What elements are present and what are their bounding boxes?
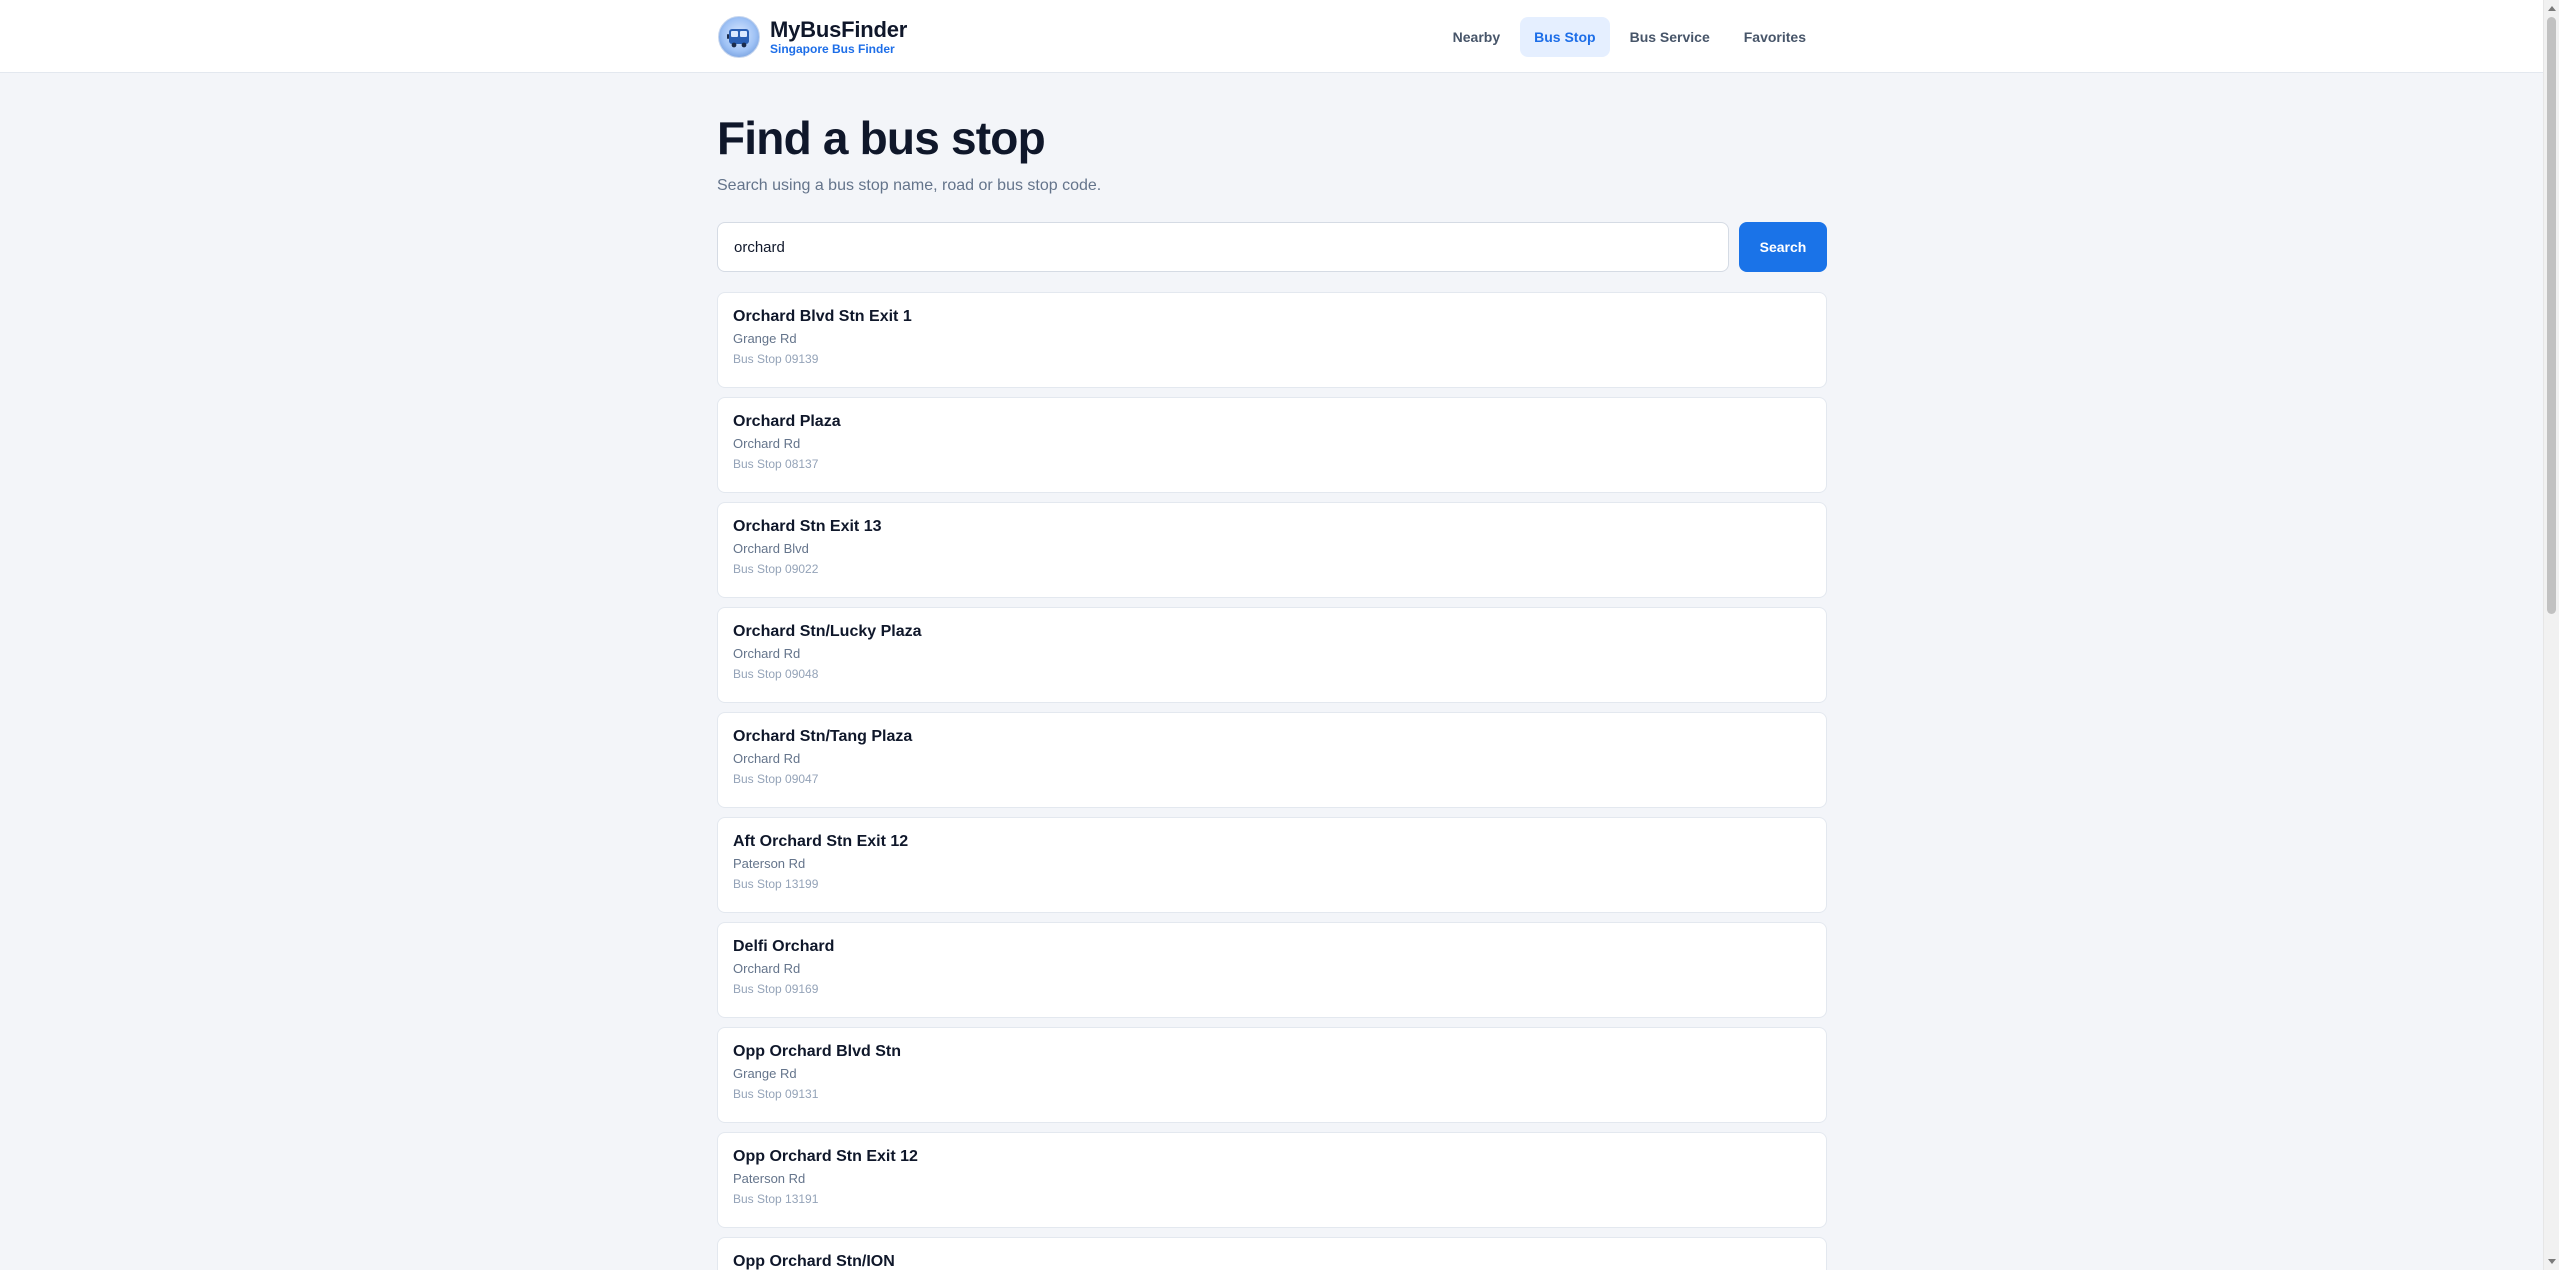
scrollbar-thumb[interactable] [2547, 17, 2556, 614]
stop-name: Orchard Stn/Tang Plaza [733, 728, 913, 745]
stop-road: Grange Rd [733, 1066, 797, 1081]
result-item[interactable]: Orchard Stn/Tang Plaza Orchard Rd Bus St… [717, 712, 1827, 808]
result-item[interactable]: Opp Orchard Blvd Stn Grange Rd Bus Stop … [717, 1027, 1827, 1123]
stop-road: Orchard Rd [733, 646, 801, 661]
search-button[interactable]: Search [1739, 222, 1827, 272]
results-list: Orchard Blvd Stn Exit 1 Grange Rd Bus St… [717, 292, 1827, 1270]
stop-road: Grange Rd [733, 331, 797, 346]
stop-name: Orchard Blvd Stn Exit 1 [733, 308, 912, 325]
stop-code: Bus Stop 13191 [733, 1192, 819, 1206]
result-item[interactable]: Opp Orchard Stn/ION [717, 1237, 1827, 1270]
scroll-down-icon[interactable] [2548, 1259, 2556, 1264]
page-subtitle: Search using a bus stop name, road or bu… [717, 177, 1102, 194]
result-item[interactable]: Aft Orchard Stn Exit 12 Paterson Rd Bus … [717, 817, 1827, 913]
stop-name: Delfi Orchard [733, 938, 835, 955]
stop-code: Bus Stop 09139 [733, 352, 819, 366]
stop-road: Paterson Rd [733, 856, 806, 871]
stop-name: Orchard Stn/Lucky Plaza [733, 623, 922, 640]
stop-name: Aft Orchard Stn Exit 12 [733, 833, 909, 850]
brand[interactable]: MyBusFinder Singapore Bus Finder [718, 15, 907, 59]
stop-name: Orchard Stn Exit 13 [733, 518, 882, 535]
result-item[interactable]: Orchard Blvd Stn Exit 1 Grange Rd Bus St… [717, 292, 1827, 388]
scroll-up-icon[interactable] [2548, 6, 2556, 11]
result-item[interactable]: Orchard Stn/Lucky Plaza Orchard Rd Bus S… [717, 607, 1827, 703]
page-scrollbar[interactable] [2543, 0, 2559, 1270]
stop-name: Opp Orchard Stn/ION [733, 1253, 895, 1270]
stop-name: Orchard Plaza [733, 413, 841, 430]
stop-name: Opp Orchard Blvd Stn [733, 1043, 902, 1060]
stop-name: Opp Orchard Stn Exit 12 [733, 1148, 918, 1165]
result-item[interactable]: Opp Orchard Stn Exit 12 Paterson Rd Bus … [717, 1132, 1827, 1228]
main-content: Find a bus stop Search using a bus stop … [717, 73, 1827, 1270]
app-tagline: Singapore Bus Finder [770, 42, 895, 56]
page-title: Find a bus stop [717, 112, 1046, 164]
stop-road: Orchard Rd [733, 961, 801, 976]
main-nav: Nearby Bus Stop Bus Service Favorites [1439, 17, 1820, 57]
result-item[interactable]: Delfi Orchard Orchard Rd Bus Stop 09169 [717, 922, 1827, 1018]
stop-road: Orchard Blvd [733, 541, 809, 556]
result-item[interactable]: Orchard Plaza Orchard Rd Bus Stop 08137 [717, 397, 1827, 493]
stop-road: Orchard Rd [733, 436, 801, 451]
result-item[interactable]: Orchard Stn Exit 13 Orchard Blvd Bus Sto… [717, 502, 1827, 598]
stop-code: Bus Stop 09131 [733, 1087, 819, 1101]
stop-code: Bus Stop 13199 [733, 877, 819, 891]
stop-code: Bus Stop 09048 [733, 667, 819, 681]
search-bar: Search [717, 222, 1827, 272]
nav-nearby[interactable]: Nearby [1439, 17, 1514, 57]
stop-code: Bus Stop 09169 [733, 982, 819, 996]
nav-favorites[interactable]: Favorites [1730, 17, 1820, 57]
top-header: MyBusFinder Singapore Bus Finder Nearby … [0, 0, 2543, 73]
search-input[interactable] [717, 222, 1729, 272]
stop-code: Bus Stop 09022 [733, 562, 819, 576]
stop-road: Paterson Rd [733, 1171, 806, 1186]
nav-bus-service[interactable]: Bus Service [1616, 17, 1724, 57]
app-name: MyBusFinder [770, 17, 908, 42]
stop-code: Bus Stop 08137 [733, 457, 819, 471]
stop-code: Bus Stop 09047 [733, 772, 819, 786]
nav-bus-stop[interactable]: Bus Stop [1520, 17, 1610, 57]
bus-logo-icon [718, 16, 760, 58]
stop-road: Orchard Rd [733, 751, 801, 766]
